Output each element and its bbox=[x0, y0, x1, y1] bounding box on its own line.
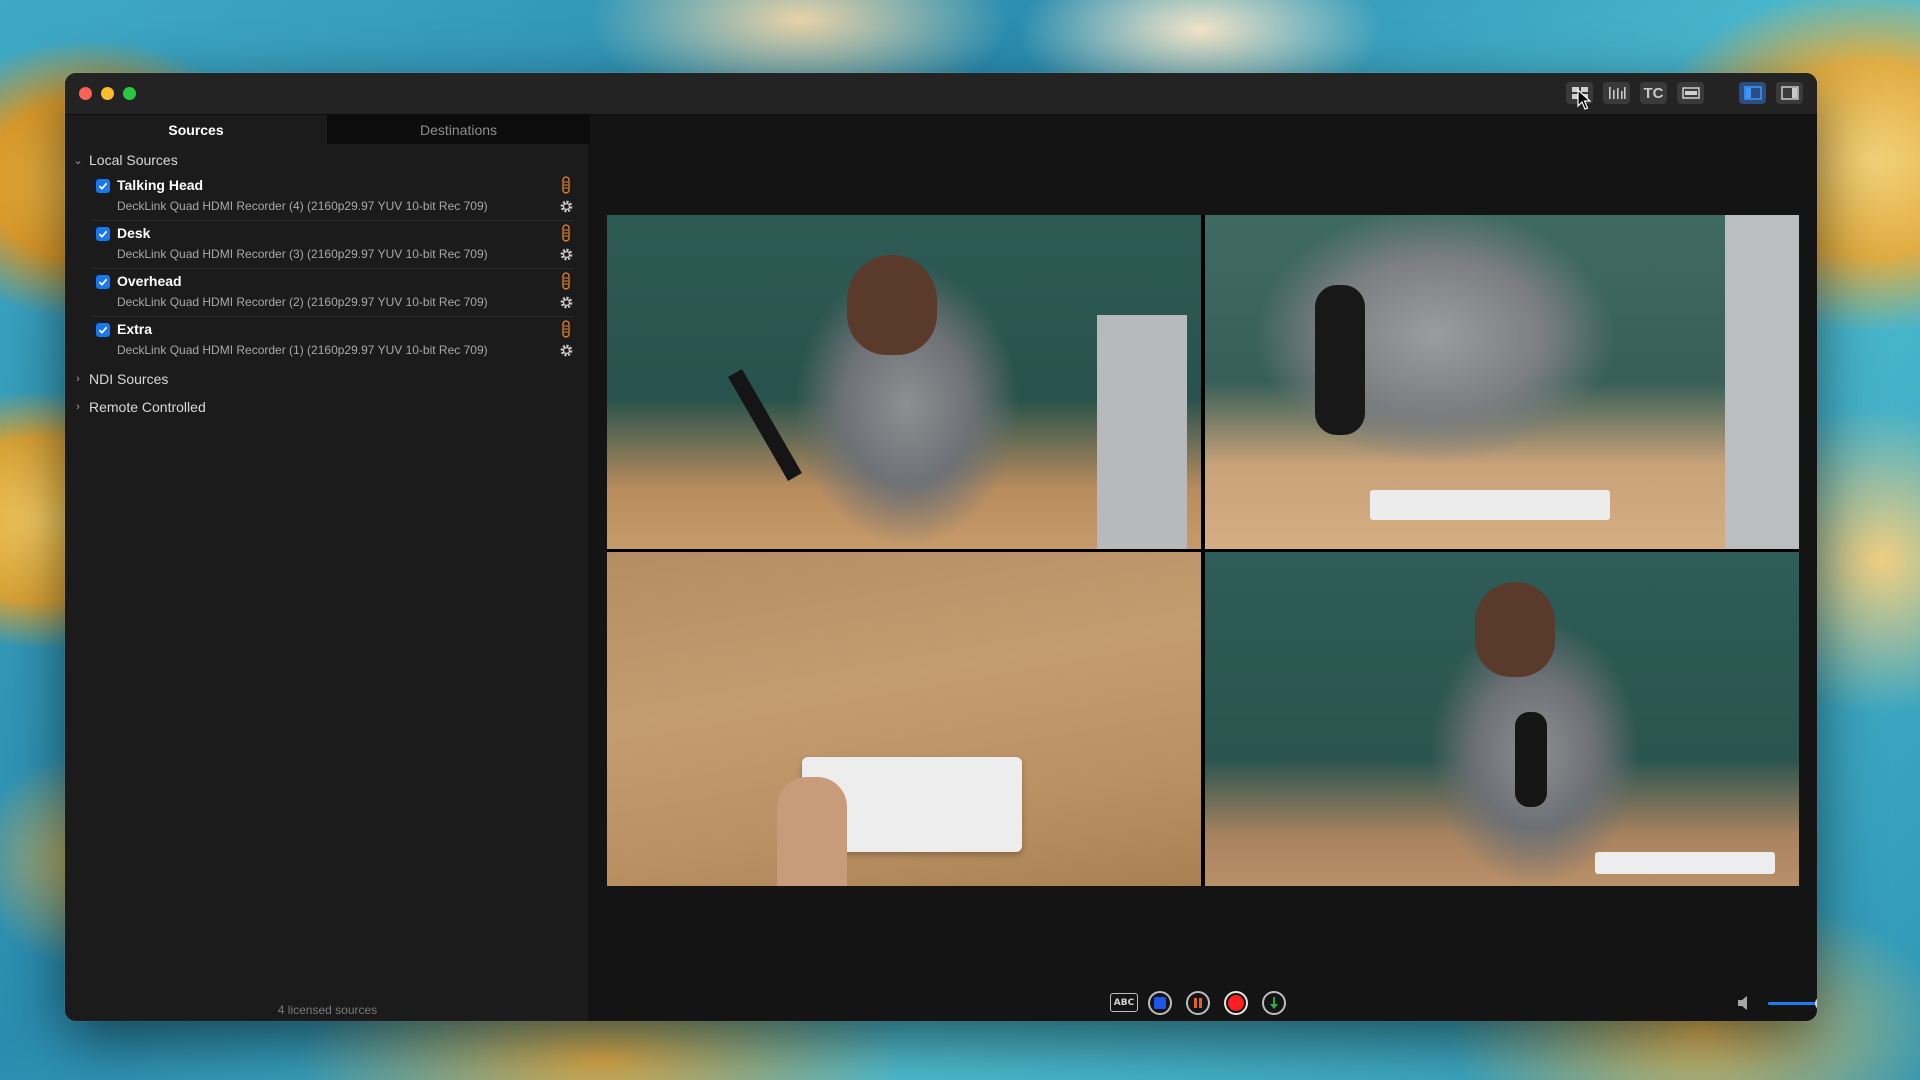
group-label: Remote Controlled bbox=[89, 399, 206, 415]
source-name: Desk bbox=[117, 225, 151, 241]
pause-button[interactable] bbox=[1186, 991, 1210, 1015]
stop-button[interactable] bbox=[1148, 991, 1172, 1015]
chevron-down-icon: ⌄ bbox=[73, 154, 83, 167]
gear-icon[interactable] bbox=[559, 247, 574, 262]
chevron-right-icon: › bbox=[76, 373, 80, 385]
stop-icon bbox=[1154, 997, 1166, 1009]
audio-meters-icon bbox=[1608, 87, 1626, 99]
source-row-extra[interactable]: Extra DeckLink Quad HDMI Recorder (1) (2… bbox=[65, 317, 590, 365]
multiview-grid[interactable] bbox=[607, 215, 1799, 886]
local-sources-group[interactable]: ⌄ Local Sources bbox=[65, 149, 590, 171]
sidebar-tabs: Sources Destinations bbox=[65, 115, 590, 144]
toggle-left-panel-button[interactable] bbox=[1739, 82, 1766, 104]
audio-level-icon[interactable] bbox=[562, 176, 570, 194]
monitor-area: ABC bbox=[590, 115, 1817, 1021]
volume-slider-fill bbox=[1768, 1002, 1817, 1005]
pause-icon bbox=[1194, 998, 1202, 1008]
volume-slider[interactable] bbox=[1768, 997, 1817, 1010]
text-overlay-button[interactable]: ABC bbox=[1110, 993, 1138, 1012]
gear-icon[interactable] bbox=[559, 343, 574, 358]
close-window-button[interactable] bbox=[79, 87, 92, 100]
minimize-window-button[interactable] bbox=[101, 87, 114, 100]
audio-level-icon[interactable] bbox=[562, 320, 570, 338]
checkmark-icon bbox=[98, 278, 108, 286]
gear-icon[interactable] bbox=[559, 199, 574, 214]
remote-controlled-group[interactable]: › Remote Controlled bbox=[65, 396, 590, 418]
volume-slider-knob[interactable] bbox=[1814, 997, 1817, 1010]
source-checkbox[interactable] bbox=[96, 323, 110, 337]
gear-icon[interactable] bbox=[559, 295, 574, 310]
left-panel-icon bbox=[1743, 86, 1762, 100]
source-checkbox[interactable] bbox=[96, 227, 110, 241]
camera-preview-overhead[interactable] bbox=[607, 552, 1201, 886]
right-panel-icon bbox=[1780, 86, 1799, 100]
single-view-icon bbox=[1681, 87, 1700, 99]
source-checkbox[interactable] bbox=[96, 179, 110, 193]
ndi-sources-group[interactable]: › NDI Sources bbox=[65, 368, 590, 390]
audio-level-icon[interactable] bbox=[562, 272, 570, 290]
record-button[interactable] bbox=[1224, 991, 1248, 1015]
toggle-right-panel-button[interactable] bbox=[1776, 82, 1803, 104]
source-row-desk[interactable]: Desk DeckLink Quad HDMI Recorder (3) (21… bbox=[65, 221, 590, 269]
tab-sources[interactable]: Sources bbox=[65, 115, 327, 144]
source-name: Talking Head bbox=[117, 177, 204, 193]
volume-low-icon[interactable] bbox=[1737, 995, 1751, 1011]
source-name: Overhead bbox=[117, 273, 182, 289]
camera-preview-talking-head[interactable] bbox=[607, 215, 1201, 549]
source-device: DeckLink Quad HDMI Recorder (2) (2160p29… bbox=[117, 295, 488, 309]
audio-level-icon[interactable] bbox=[562, 224, 570, 242]
marker-button[interactable] bbox=[1262, 991, 1286, 1015]
record-icon bbox=[1228, 995, 1244, 1011]
chevron-right-icon: › bbox=[76, 401, 80, 413]
app-window: TC Sources Destinations ⌄ Local Sources … bbox=[65, 73, 1817, 1021]
checkmark-icon bbox=[98, 326, 108, 334]
transport-bar: ABC bbox=[590, 985, 1817, 1021]
source-name: Extra bbox=[117, 321, 153, 337]
sources-sidebar: Sources Destinations ⌄ Local Sources Tal… bbox=[65, 115, 590, 1021]
source-device: DeckLink Quad HDMI Recorder (1) (2160p29… bbox=[117, 343, 488, 357]
source-checkbox[interactable] bbox=[96, 275, 110, 289]
source-row-talking-head[interactable]: Talking Head DeckLink Quad HDMI Recorder… bbox=[65, 173, 590, 221]
licensed-sources-count: 4 licensed sources bbox=[277, 1003, 378, 1017]
camera-preview-extra[interactable] bbox=[1205, 552, 1799, 886]
single-view-button[interactable] bbox=[1677, 82, 1704, 104]
marker-icon bbox=[1270, 997, 1278, 1009]
checkmark-icon bbox=[98, 230, 108, 238]
timecode-button[interactable]: TC bbox=[1640, 82, 1667, 104]
source-device: DeckLink Quad HDMI Recorder (4) (2160p29… bbox=[117, 199, 488, 213]
zoom-window-button[interactable] bbox=[123, 87, 136, 100]
audio-meters-button[interactable] bbox=[1603, 82, 1630, 104]
source-row-overhead[interactable]: Overhead DeckLink Quad HDMI Recorder (2)… bbox=[65, 269, 590, 317]
group-label: NDI Sources bbox=[89, 371, 169, 387]
title-bar: TC bbox=[65, 73, 1817, 115]
tab-destinations[interactable]: Destinations bbox=[327, 115, 590, 144]
camera-preview-desk[interactable] bbox=[1205, 215, 1799, 549]
source-device: DeckLink Quad HDMI Recorder (3) (2160p29… bbox=[117, 247, 488, 261]
group-label: Local Sources bbox=[89, 152, 178, 168]
mouse-pointer-icon bbox=[1577, 89, 1591, 110]
checkmark-icon bbox=[98, 182, 108, 190]
